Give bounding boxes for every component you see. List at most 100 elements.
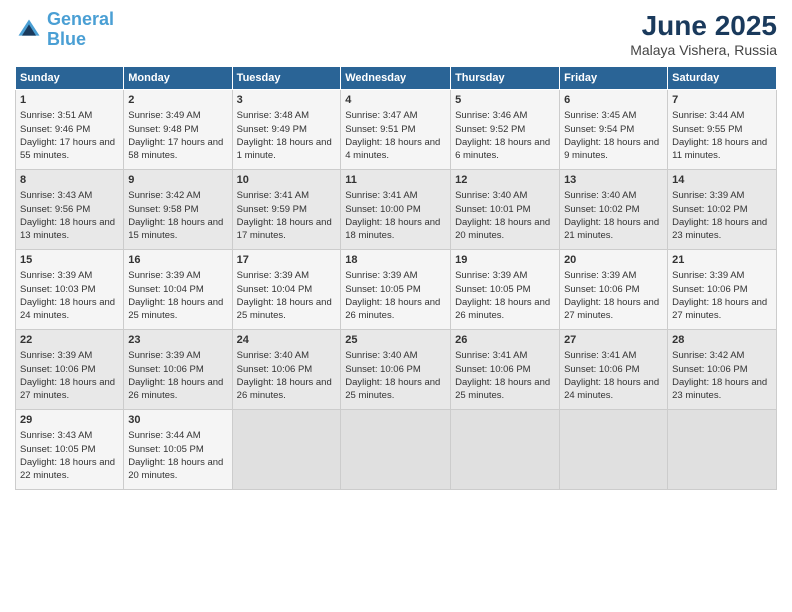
sunrise-text: Sunrise: 3:49 AM bbox=[128, 110, 200, 121]
calendar-cell: 13Sunrise: 3:40 AMSunset: 10:02 PMDaylig… bbox=[560, 170, 668, 250]
sunset-text: Sunset: 10:05 PM bbox=[345, 284, 421, 295]
sunrise-text: Sunrise: 3:39 AM bbox=[237, 270, 309, 281]
sunrise-text: Sunrise: 3:44 AM bbox=[128, 430, 200, 441]
daylight-text: Daylight: 18 hours and 27 minutes. bbox=[564, 297, 659, 321]
daylight-text: Daylight: 18 hours and 25 minutes. bbox=[345, 377, 440, 401]
sunset-text: Sunset: 10:06 PM bbox=[237, 364, 313, 375]
daylight-text: Daylight: 18 hours and 25 minutes. bbox=[455, 377, 550, 401]
daylight-text: Daylight: 18 hours and 25 minutes. bbox=[128, 297, 223, 321]
calendar-cell bbox=[232, 410, 341, 490]
sunset-text: Sunset: 10:04 PM bbox=[128, 284, 204, 295]
sunrise-text: Sunrise: 3:39 AM bbox=[20, 270, 92, 281]
calendar-cell bbox=[341, 410, 451, 490]
calendar-cell: 7 Sunrise: 3:44 AM Sunset: 9:55 PM Daylight… bbox=[668, 90, 777, 170]
daylight-text: Daylight: 18 hours and 27 minutes. bbox=[20, 377, 115, 401]
day-number: 24 bbox=[237, 333, 337, 348]
day-number: 15 bbox=[20, 253, 119, 268]
sunrise-text: Sunrise: 3:39 AM bbox=[128, 350, 200, 361]
sunrise-text: Sunrise: 3:46 AM bbox=[455, 110, 527, 121]
daylight-text: Daylight: 18 hours and 26 minutes. bbox=[345, 297, 440, 321]
calendar-cell: 2Sunrise: 3:49 AMSunset: 9:48 PMDaylight… bbox=[124, 90, 232, 170]
sunset-text: Sunset: 10:00 PM bbox=[345, 204, 421, 215]
calendar-cell: 8 Sunrise: 3:43 AM Sunset: 9:56 PM Daylight… bbox=[16, 170, 124, 250]
sunrise-text: Sunrise: 3:43 AM bbox=[20, 190, 92, 201]
day-number: 27 bbox=[564, 333, 663, 348]
sunset-text: Sunset: 10:01 PM bbox=[455, 204, 531, 215]
calendar-cell: 28Sunrise: 3:42 AMSunset: 10:06 PMDaylig… bbox=[668, 330, 777, 410]
day-number: 5 bbox=[455, 93, 555, 108]
day-number: 29 bbox=[20, 413, 119, 428]
sunset-text: Sunset: 9:59 PM bbox=[237, 204, 307, 215]
daylight-text: Daylight: 18 hours and 24 minutes. bbox=[20, 297, 115, 321]
daylight-text: Daylight: 18 hours and 15 minutes. bbox=[128, 217, 223, 241]
daylight-text: Daylight: 18 hours and 11 minutes. bbox=[672, 137, 767, 161]
sunrise-text: Sunrise: 3:44 AM bbox=[672, 110, 744, 121]
calendar-table: SundayMondayTuesdayWednesdayThursdayFrid… bbox=[15, 66, 777, 490]
day-number: 23 bbox=[128, 333, 227, 348]
daylight-text: Daylight: 18 hours and 22 minutes. bbox=[20, 457, 115, 481]
calendar-cell: 16Sunrise: 3:39 AMSunset: 10:04 PMDaylig… bbox=[124, 250, 232, 330]
calendar-cell: 27Sunrise: 3:41 AMSunset: 10:06 PMDaylig… bbox=[560, 330, 668, 410]
sunrise-text: Sunrise: 3:40 AM bbox=[345, 350, 417, 361]
day-number: 4 bbox=[345, 93, 446, 108]
sunset-text: Sunset: 10:04 PM bbox=[237, 284, 313, 295]
calendar-cell: 4Sunrise: 3:47 AMSunset: 9:51 PMDaylight… bbox=[341, 90, 451, 170]
day-number: 14 bbox=[672, 173, 772, 188]
sunrise-text: Sunrise: 3:45 AM bbox=[564, 110, 636, 121]
daylight-text: Daylight: 18 hours and 23 minutes. bbox=[672, 217, 767, 241]
day-number: 7 bbox=[672, 93, 772, 108]
sunrise-text: Sunrise: 3:42 AM bbox=[128, 190, 200, 201]
day-number: 11 bbox=[345, 173, 446, 188]
calendar-cell: 5Sunrise: 3:46 AMSunset: 9:52 PMDaylight… bbox=[451, 90, 560, 170]
daylight-text: Daylight: 18 hours and 24 minutes. bbox=[564, 377, 659, 401]
sunrise-text: Sunrise: 3:47 AM bbox=[345, 110, 417, 121]
daylight-text: Daylight: 17 hours and 55 minutes. bbox=[20, 137, 115, 161]
day-number: 21 bbox=[672, 253, 772, 268]
day-number: 20 bbox=[564, 253, 663, 268]
sunrise-text: Sunrise: 3:41 AM bbox=[237, 190, 309, 201]
calendar-cell: 18Sunrise: 3:39 AMSunset: 10:05 PMDaylig… bbox=[341, 250, 451, 330]
sunset-text: Sunset: 10:06 PM bbox=[455, 364, 531, 375]
sunset-text: Sunset: 9:56 PM bbox=[20, 204, 90, 215]
sunrise-text: Sunrise: 3:41 AM bbox=[345, 190, 417, 201]
sunrise-text: Sunrise: 3:40 AM bbox=[455, 190, 527, 201]
day-number: 16 bbox=[128, 253, 227, 268]
sunset-text: Sunset: 10:06 PM bbox=[564, 284, 640, 295]
calendar-cell: 26Sunrise: 3:41 AMSunset: 10:06 PMDaylig… bbox=[451, 330, 560, 410]
daylight-text: Daylight: 18 hours and 20 minutes. bbox=[128, 457, 223, 481]
sunrise-text: Sunrise: 3:39 AM bbox=[672, 270, 744, 281]
header-saturday: Saturday bbox=[668, 67, 777, 90]
sunset-text: Sunset: 10:06 PM bbox=[564, 364, 640, 375]
sunrise-text: Sunrise: 3:40 AM bbox=[564, 190, 636, 201]
day-number: 30 bbox=[128, 413, 227, 428]
day-number: 18 bbox=[345, 253, 446, 268]
sunset-text: Sunset: 9:49 PM bbox=[237, 124, 307, 135]
daylight-text: Daylight: 17 hours and 58 minutes. bbox=[128, 137, 223, 161]
daylight-text: Daylight: 18 hours and 13 minutes. bbox=[20, 217, 115, 241]
sunset-text: Sunset: 10:03 PM bbox=[20, 284, 96, 295]
calendar-cell: 22Sunrise: 3:39 AMSunset: 10:06 PMDaylig… bbox=[16, 330, 124, 410]
day-number: 8 bbox=[20, 173, 119, 188]
sunset-text: Sunset: 9:55 PM bbox=[672, 124, 742, 135]
logo: General Blue bbox=[15, 10, 114, 50]
header-tuesday: Tuesday bbox=[232, 67, 341, 90]
calendar-cell: 10 Sunrise: 3:41 AM Sunset: 9:59 PM Dayligh… bbox=[232, 170, 341, 250]
calendar-cell: 25Sunrise: 3:40 AMSunset: 10:06 PMDaylig… bbox=[341, 330, 451, 410]
day-number: 6 bbox=[564, 93, 663, 108]
sunset-text: Sunset: 10:06 PM bbox=[345, 364, 421, 375]
sunset-text: Sunset: 10:06 PM bbox=[672, 284, 748, 295]
calendar-cell: 3Sunrise: 3:48 AMSunset: 9:49 PMDaylight… bbox=[232, 90, 341, 170]
daylight-text: Daylight: 18 hours and 17 minutes. bbox=[237, 217, 332, 241]
day-number: 12 bbox=[455, 173, 555, 188]
sunrise-text: Sunrise: 3:39 AM bbox=[20, 350, 92, 361]
calendar-cell bbox=[560, 410, 668, 490]
day-number: 10 bbox=[237, 173, 337, 188]
sunset-text: Sunset: 10:06 PM bbox=[672, 364, 748, 375]
week-row-3: 15 Sunrise: 3:39 AM Sunset: 10:03 PM Daylig… bbox=[16, 250, 777, 330]
calendar-cell: 15 Sunrise: 3:39 AM Sunset: 10:03 PM Daylig… bbox=[16, 250, 124, 330]
logo-text: General Blue bbox=[47, 10, 114, 50]
sunset-text: Sunset: 9:51 PM bbox=[345, 124, 415, 135]
calendar-cell: 30Sunrise: 3:44 AMSunset: 10:05 PMDaylig… bbox=[124, 410, 232, 490]
sunrise-text: Sunrise: 3:41 AM bbox=[455, 350, 527, 361]
header-sunday: Sunday bbox=[16, 67, 124, 90]
